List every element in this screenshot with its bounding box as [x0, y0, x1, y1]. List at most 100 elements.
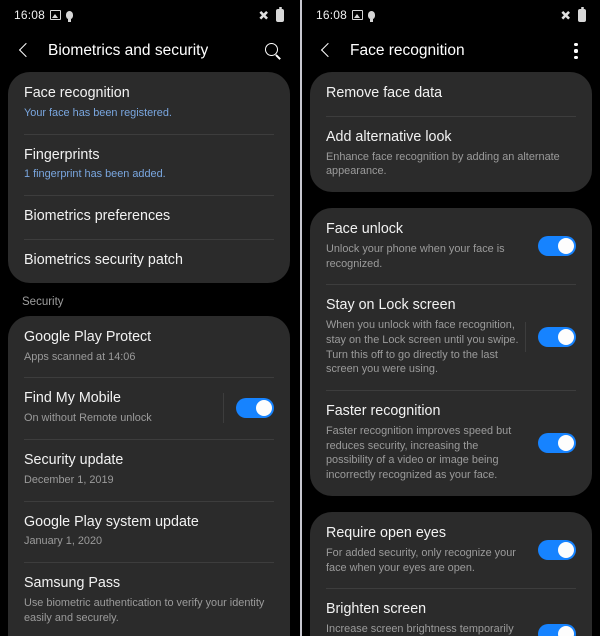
- require-open-eyes-toggle[interactable]: [538, 540, 576, 561]
- row-title: Face recognition: [24, 85, 130, 101]
- battery-icon: [276, 6, 284, 22]
- toggle-knob: [256, 400, 272, 417]
- back-arrow-icon[interactable]: [14, 40, 36, 62]
- row-texts: Stay on Lock screen When you unlock with…: [326, 297, 521, 377]
- security-card: Google Play Protect Apps scanned at 14:0…: [8, 315, 290, 636]
- row-title: Face unlock: [326, 221, 404, 238]
- status-clock: 16:08: [316, 8, 348, 22]
- toggle-container: [526, 428, 576, 458]
- row-title: Find My Mobile: [24, 390, 121, 407]
- row-title: Security update: [24, 452, 124, 469]
- section-header-security: Security: [22, 295, 64, 308]
- dot: [574, 55, 578, 59]
- back-arrow-icon[interactable]: [316, 40, 338, 62]
- row-texts: Find My Mobile On without Remote unlock: [24, 390, 219, 426]
- toggle-knob: [558, 435, 574, 452]
- airplane-mode-icon: ✚: [254, 5, 273, 25]
- row-texts: Remove face data: [326, 85, 576, 103]
- toggle-container: [525, 322, 576, 353]
- brighten-screen-toggle[interactable]: [538, 623, 576, 636]
- face-unlock-card: Face unlock Unlock your phone when your …: [310, 208, 592, 496]
- list-item-brighten-screen[interactable]: Brighten screen Increase screen brightne…: [310, 588, 592, 636]
- face-security-card: Require open eyes For added security, on…: [310, 511, 592, 636]
- bulb-icon: [66, 11, 74, 22]
- row-texts: Samsung Pass Use biometric authenticatio…: [24, 575, 274, 625]
- status-bar-left-group: 16:08: [14, 8, 74, 22]
- row-subtitle: Apps scanned at 14:06: [24, 350, 136, 363]
- settings-list-left: Face recognition Your face has been regi…: [0, 72, 298, 636]
- list-item-face-unlock[interactable]: Face unlock Unlock your phone when your …: [310, 208, 592, 284]
- app-bar-left: Biometrics and security: [0, 30, 298, 72]
- toggle-container: [526, 535, 576, 565]
- list-item-biometrics-security-patch[interactable]: Biometrics security patch: [8, 239, 290, 283]
- toggle-knob: [558, 238, 574, 255]
- row-subtitle: January 1, 2020: [24, 535, 103, 548]
- list-item-samsung-pass[interactable]: Samsung Pass Use biometric authenticatio…: [8, 562, 290, 636]
- list-item-stay-on-lock-screen[interactable]: Stay on Lock screen When you unlock with…: [310, 284, 592, 390]
- list-item-biometrics-preferences[interactable]: Biometrics preferences: [8, 195, 290, 239]
- toggle-knob: [558, 329, 574, 346]
- image-icon: [50, 10, 62, 20]
- list-item-add-alternative-look[interactable]: Add alternative look Enhance face recogn…: [310, 115, 592, 192]
- dot: [574, 49, 578, 53]
- face-unlock-toggle[interactable]: [538, 236, 576, 257]
- app-bar-right: Face recognition: [302, 30, 600, 72]
- list-item-require-open-eyes[interactable]: Require open eyes For added security, on…: [310, 512, 592, 588]
- left-phone-screen: 16:08 ✚ Biometrics and security Face rec…: [0, 0, 298, 636]
- bulb-icon: [368, 11, 376, 22]
- stay-on-lock-screen-toggle[interactable]: [538, 327, 576, 348]
- list-item-google-play-system-update[interactable]: Google Play system update January 1, 202…: [8, 500, 290, 563]
- battery-icon: [578, 6, 586, 22]
- list-item-security-update[interactable]: Security update December 1, 2019: [8, 439, 290, 501]
- row-title: Require open eyes: [326, 524, 447, 541]
- list-item-face-recognition[interactable]: Face recognition Your face has been regi…: [8, 72, 290, 134]
- status-bar-left-group: 16:08: [316, 8, 376, 22]
- toggle-container: [223, 393, 274, 424]
- status-bar-right-group: ✚: [254, 5, 284, 25]
- toggle-container: [526, 231, 576, 261]
- row-subtitle: Unlock your phone when your face is reco…: [326, 243, 505, 270]
- row-texts: Biometrics security patch: [24, 252, 274, 270]
- biometrics-card: Face recognition Your face has been regi…: [8, 72, 290, 283]
- dual-screenshot-container: 16:08 ✚ Biometrics and security Face rec…: [0, 0, 600, 636]
- row-texts: Require open eyes For added security, on…: [326, 525, 522, 575]
- toggle-knob: [558, 625, 574, 636]
- row-texts: Google Play system update January 1, 202…: [24, 514, 274, 550]
- row-title: Fingerprints: [24, 146, 100, 163]
- dot: [574, 43, 578, 47]
- row-subtitle: Your face has been registered.: [24, 106, 172, 119]
- find-my-mobile-toggle[interactable]: [236, 398, 274, 419]
- row-texts: Google Play Protect Apps scanned at 14:0…: [24, 329, 274, 365]
- row-subtitle: When you unlock with face recognition, s…: [326, 319, 519, 376]
- row-texts: Security update December 1, 2019: [24, 452, 274, 488]
- row-subtitle: Faster recognition improves speed but re…: [326, 425, 512, 482]
- list-item-faster-recognition[interactable]: Faster recognition Faster recognition im…: [310, 390, 592, 496]
- row-texts: Add alternative look Enhance face recogn…: [326, 129, 576, 179]
- list-item-fingerprints[interactable]: Fingerprints 1 fingerprint has been adde…: [8, 133, 290, 196]
- list-item-remove-face-data[interactable]: Remove face data: [310, 72, 592, 116]
- status-bar-right-group: ✚: [556, 5, 586, 25]
- right-phone-screen: 16:08 ✚ Face recognition Remove face dat…: [300, 0, 600, 636]
- row-subtitle: Enhance face recognition by adding an al…: [326, 150, 560, 178]
- row-title: Brighten screen: [326, 601, 427, 618]
- status-bar-right: 16:08 ✚: [302, 0, 600, 30]
- toggle-knob: [558, 542, 574, 559]
- search-icon[interactable]: [262, 40, 284, 62]
- airplane-mode-icon: ✚: [556, 5, 575, 25]
- row-title: Google Play system update: [24, 513, 199, 530]
- list-item-google-play-protect[interactable]: Google Play Protect Apps scanned at 14:0…: [8, 316, 290, 378]
- image-icon: [352, 10, 364, 20]
- face-data-card: Remove face data Add alternative look En…: [310, 72, 592, 193]
- row-title: Samsung Pass: [24, 575, 121, 592]
- row-title: Add alternative look: [326, 128, 452, 145]
- row-title: Faster recognition: [326, 403, 441, 420]
- row-subtitle: Increase screen brightness temporarily s…: [326, 623, 514, 636]
- row-title: Google Play Protect: [24, 328, 152, 345]
- row-subtitle: Use biometric authentication to verify y…: [24, 597, 265, 624]
- row-subtitle: For added security, only recognize your …: [326, 546, 516, 574]
- row-subtitle: 1 fingerprint has been added.: [24, 168, 166, 181]
- more-options-icon[interactable]: [566, 40, 586, 62]
- status-bar-left: 16:08 ✚: [0, 0, 298, 30]
- list-item-find-my-mobile[interactable]: Find My Mobile On without Remote unlock: [8, 377, 290, 439]
- faster-recognition-toggle[interactable]: [538, 433, 576, 454]
